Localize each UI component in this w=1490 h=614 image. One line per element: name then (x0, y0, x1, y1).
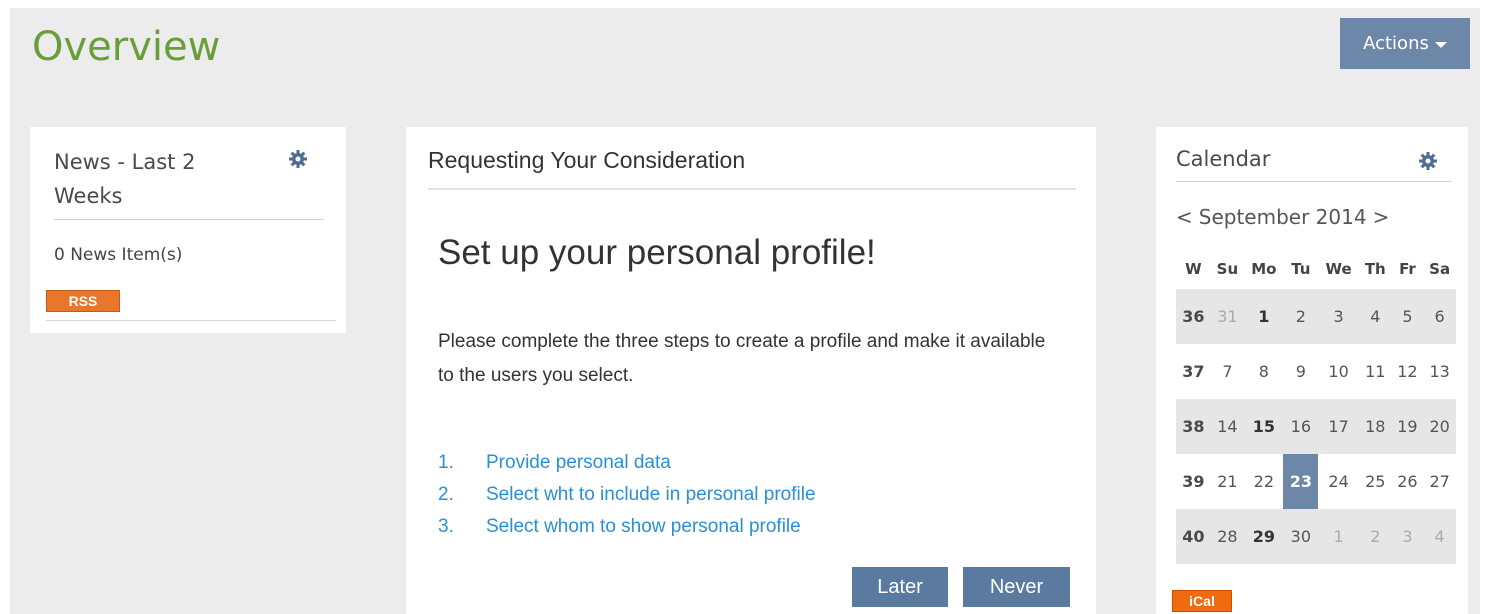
calendar-day[interactable]: 30 (1283, 509, 1319, 564)
ical-button[interactable]: iCal (1172, 590, 1232, 612)
calendar-day[interactable]: 28 (1210, 509, 1245, 564)
calendar-day[interactable]: 12 (1392, 344, 1424, 399)
calendar-title: Calendar (1176, 147, 1271, 171)
calendar-day[interactable]: 3 (1318, 289, 1359, 344)
calendar-day[interactable]: 20 (1423, 399, 1456, 454)
step-number: 1. (438, 452, 454, 473)
calendar-day[interactable]: 27 (1423, 454, 1456, 509)
calendar-day[interactable]: 2 (1283, 289, 1319, 344)
day-header: Th (1364, 260, 1386, 278)
week-number: 39 (1182, 472, 1205, 491)
calendar-day[interactable]: 24 (1318, 454, 1359, 509)
calendar-day-today[interactable]: 23 (1283, 454, 1319, 509)
provide-personal-data-link[interactable]: Provide personal data (486, 447, 671, 479)
calendar-day[interactable]: 29 (1244, 509, 1284, 564)
select-whom-link[interactable]: Select whom to show personal profile (486, 511, 801, 543)
day-header: Mo (1251, 260, 1277, 278)
consideration-header: Requesting Your Consideration (428, 147, 1076, 190)
consideration-panel: Requesting Your Consideration Set up you… (406, 127, 1096, 614)
week-number: 40 (1176, 509, 1211, 564)
page-title: Overview (32, 24, 221, 70)
news-title: News - Last 2 Weeks (54, 150, 196, 208)
calendar-day[interactable]: 4 (1358, 289, 1392, 344)
caret-down-icon (1434, 42, 1447, 48)
calendar-day[interactable]: 1 (1318, 509, 1359, 564)
calendar-day[interactable]: 16 (1283, 399, 1319, 454)
week-number: 38 (1176, 399, 1211, 454)
calendar-day[interactable]: 2 (1358, 509, 1392, 564)
day-header: We (1325, 260, 1352, 278)
calendar-day[interactable]: 7 (1211, 344, 1244, 399)
profile-setup-description: Please complete the three steps to creat… (438, 331, 1046, 386)
later-button[interactable]: Later (852, 567, 948, 607)
news-header: News - Last 2 Weeks (54, 145, 324, 220)
week-row: 39 21 22 23 24 25 26 27 (1176, 454, 1456, 509)
calendar-day[interactable]: 1 (1244, 289, 1284, 344)
week-row: 36 31 1 2 3 4 5 6 (1176, 289, 1456, 344)
divider (46, 320, 336, 321)
day-header: Fr (1399, 260, 1416, 278)
calendar-day[interactable]: 15 (1244, 399, 1284, 454)
step-number: 2. (438, 484, 454, 505)
overview-page: Overview Actions News - Last 2 Weeks 0 N… (10, 8, 1480, 614)
calendar-day[interactable]: 11 (1359, 344, 1392, 399)
calendar-day[interactable]: 17 (1318, 399, 1359, 454)
day-header: Tu (1291, 260, 1311, 278)
calendar-grid: W Su Mo Tu We Th Fr Sa 36 31 1 2 3 4 5 6… (1176, 249, 1456, 564)
calendar-day[interactable]: 3 (1391, 509, 1424, 564)
calendar-day[interactable]: 26 (1392, 454, 1424, 509)
next-month-button[interactable]: > (1373, 205, 1390, 229)
calendar-day[interactable]: 9 (1283, 344, 1318, 399)
calendar-day[interactable]: 31 (1210, 289, 1245, 344)
gear-icon[interactable] (1418, 151, 1438, 171)
calendar-day[interactable]: 4 (1423, 509, 1456, 564)
week-row: 40 28 29 30 1 2 3 4 (1176, 509, 1456, 564)
day-header: W (1185, 260, 1202, 278)
news-panel: News - Last 2 Weeks 0 News Item(s) RSS (30, 127, 346, 333)
step-item: 2. Select wht to include in personal pro… (438, 479, 816, 511)
calendar-nav: < September 2014 > (1176, 205, 1456, 229)
calendar-day[interactable]: 14 (1210, 399, 1245, 454)
calendar-header: Calendar (1176, 147, 1452, 182)
step-number: 3. (438, 516, 454, 537)
calendar-day[interactable]: 10 (1318, 344, 1359, 399)
news-count: 0 News Item(s) (54, 245, 183, 265)
calendar-day[interactable]: 25 (1359, 454, 1392, 509)
week-row: 37 7 8 9 10 11 12 13 (1176, 344, 1456, 399)
day-header: Su (1216, 260, 1239, 278)
prev-month-button[interactable]: < (1176, 205, 1193, 229)
calendar-panel: Calendar < September 2014 > W Su Mo Tu W… (1156, 127, 1468, 614)
week-number: 36 (1176, 289, 1211, 344)
calendar-day[interactable]: 21 (1211, 454, 1244, 509)
calendar-day[interactable]: 13 (1423, 344, 1456, 399)
gear-icon[interactable] (288, 149, 308, 169)
never-button[interactable]: Never (963, 567, 1070, 607)
day-header-row: W Su Mo Tu We Th Fr Sa (1176, 249, 1456, 289)
calendar-day[interactable]: 5 (1391, 289, 1424, 344)
calendar-day[interactable]: 8 (1244, 344, 1283, 399)
week-number: 37 (1182, 362, 1205, 381)
calendar-day[interactable]: 6 (1423, 289, 1456, 344)
step-item: 1. Provide personal data (438, 447, 816, 479)
calendar-day[interactable]: 19 (1391, 399, 1424, 454)
steps-list: 1. Provide personal data 2. Select wht t… (438, 447, 816, 543)
select-include-link[interactable]: Select wht to include in personal profil… (486, 479, 816, 511)
month-year-label: September 2014 (1198, 205, 1367, 229)
actions-button[interactable]: Actions (1340, 18, 1470, 69)
week-row: 38 14 15 16 17 18 19 20 (1176, 399, 1456, 454)
rss-button[interactable]: RSS (46, 290, 120, 312)
actions-label: Actions (1363, 33, 1429, 54)
calendar-day[interactable]: 22 (1244, 454, 1283, 509)
step-item: 3. Select whom to show personal profile (438, 511, 816, 543)
calendar-day[interactable]: 18 (1358, 399, 1392, 454)
day-header: Sa (1429, 260, 1451, 278)
profile-setup-title: Set up your personal profile! (438, 233, 876, 272)
